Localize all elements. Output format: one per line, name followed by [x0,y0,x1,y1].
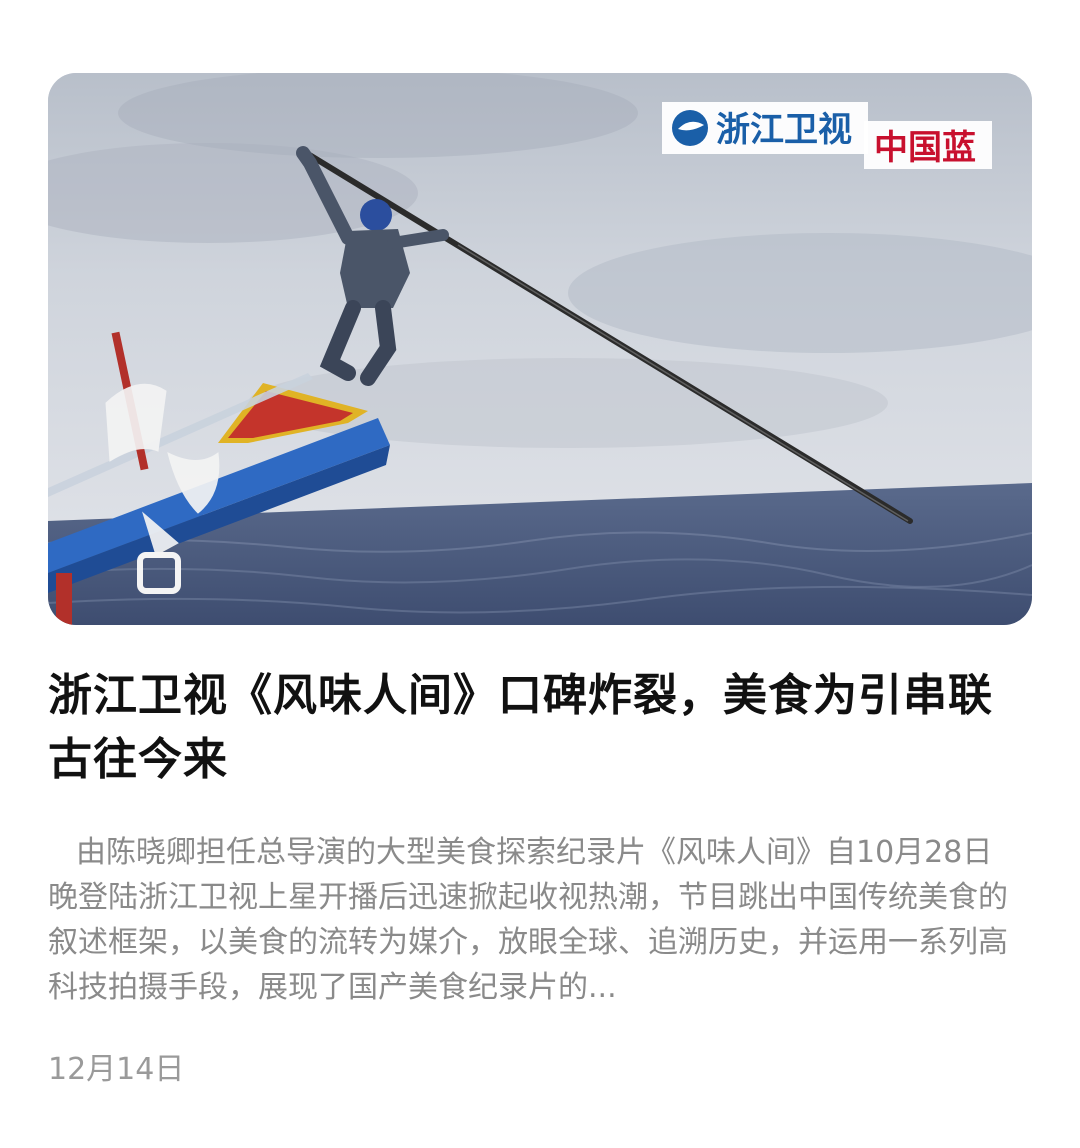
news-card[interactable]: 浙江卫视 中国蓝 浙江卫视《风味人间》口碑炸裂，美食为引串联古往今来 由陈晓卿担… [0,0,1080,1148]
cover-photo: 浙江卫视 中国蓝 [48,73,1032,625]
article-title[interactable]: 浙江卫视《风味人间》口碑炸裂，美食为引串联古往今来 [48,664,1032,792]
article-cover-image[interactable]: 浙江卫视 中国蓝 [48,73,1032,625]
channel-logo-text: 浙江卫视 [716,111,852,149]
article-summary: 由陈晓卿担任总导演的大型美食探索纪录片《风味人间》自10月28日晚登陆浙江卫视上… [48,835,1008,1005]
channel-tag-text: 中国蓝 [874,129,976,167]
publish-date: 12月14日 [48,1052,185,1087]
